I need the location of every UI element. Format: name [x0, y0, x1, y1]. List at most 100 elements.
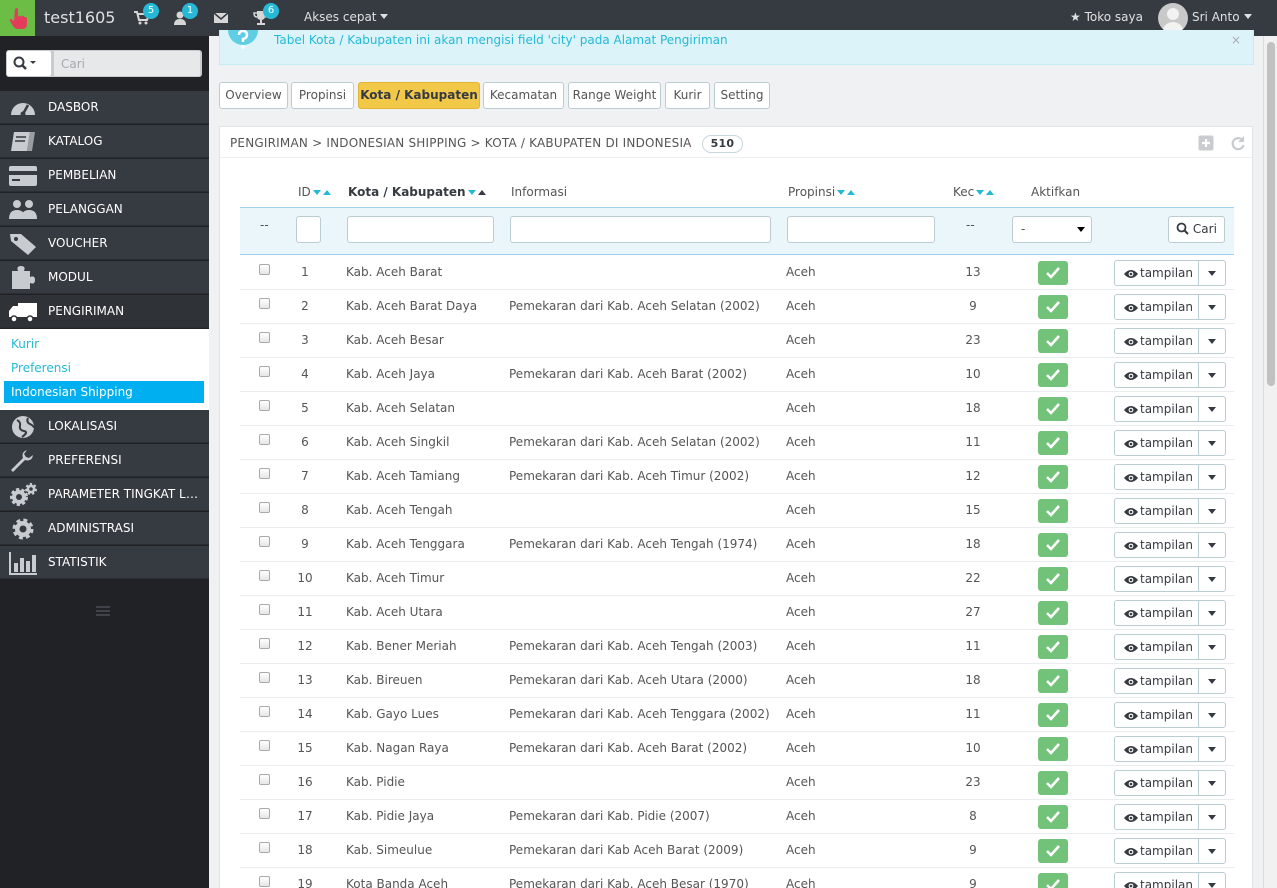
collapse-menu-icon[interactable] — [96, 606, 110, 616]
submenu-item-carriers[interactable]: Kurir — [4, 333, 204, 355]
active-toggle[interactable] — [1038, 261, 1068, 285]
row-checkbox[interactable] — [259, 808, 270, 819]
sidebar-item-advanced-parameters[interactable]: PARAMETER TINGKAT LANJUT — [0, 478, 209, 511]
sidebar-item-statistics[interactable]: STATISTIK — [0, 546, 209, 579]
view-button[interactable]: tampilan — [1114, 532, 1199, 558]
active-toggle[interactable] — [1038, 703, 1068, 727]
table-row[interactable]: 2 Kab. Aceh Barat Daya Pemekaran dari Kab.… — [240, 290, 1234, 324]
sidebar-item-modules[interactable]: MODUL — [0, 261, 209, 294]
table-row[interactable]: 5 Kab. Aceh Selatan Aceh 18 tampilan — [240, 392, 1234, 426]
page-scrollbar[interactable] — [1263, 36, 1277, 888]
active-toggle[interactable] — [1038, 805, 1068, 829]
table-row[interactable]: 1 Kab. Aceh Barat Aceh 13 tampilan — [240, 256, 1234, 290]
sort-desc-icon[interactable] — [976, 190, 985, 195]
view-button[interactable]: tampilan — [1114, 770, 1199, 796]
submenu-item-indonesian-shipping[interactable]: Indonesian Shipping — [4, 381, 204, 403]
sidebar-item-customers[interactable]: PELANGGAN — [0, 193, 209, 226]
view-button[interactable]: tampilan — [1114, 634, 1199, 660]
view-button[interactable]: tampilan — [1114, 260, 1199, 286]
active-toggle[interactable] — [1038, 601, 1068, 625]
active-toggle[interactable] — [1038, 669, 1068, 693]
row-actions-dropdown[interactable] — [1198, 294, 1226, 320]
view-button[interactable]: tampilan — [1114, 464, 1199, 490]
row-actions-dropdown[interactable] — [1198, 396, 1226, 422]
row-checkbox[interactable] — [259, 570, 270, 581]
row-actions-dropdown[interactable] — [1198, 532, 1226, 558]
view-button[interactable]: tampilan — [1114, 804, 1199, 830]
row-actions-dropdown[interactable] — [1198, 736, 1226, 762]
active-toggle[interactable] — [1038, 567, 1068, 591]
row-actions-dropdown[interactable] — [1198, 872, 1226, 888]
row-checkbox[interactable] — [259, 332, 270, 343]
filter-name-input[interactable] — [347, 216, 494, 243]
active-toggle[interactable] — [1038, 635, 1068, 659]
column-header-name[interactable]: Kota / Kabupaten — [348, 185, 486, 199]
row-actions-dropdown[interactable] — [1198, 566, 1226, 592]
active-toggle[interactable] — [1038, 737, 1068, 761]
row-actions-dropdown[interactable] — [1198, 804, 1226, 830]
sidebar-item-voucher[interactable]: VOUCHER — [0, 227, 209, 260]
table-row[interactable]: 4 Kab. Aceh Jaya Pemekaran dari Kab. Aceh … — [240, 358, 1234, 392]
view-button[interactable]: tampilan — [1114, 600, 1199, 626]
submenu-item-preferences[interactable]: Preferensi — [4, 357, 204, 379]
avatar[interactable] — [1158, 3, 1188, 33]
search-button[interactable]: Cari — [1168, 216, 1225, 243]
row-checkbox[interactable] — [259, 774, 270, 785]
tab-overview[interactable]: Overview — [219, 82, 288, 109]
active-toggle[interactable] — [1038, 363, 1068, 387]
sort-asc-icon[interactable] — [477, 190, 486, 195]
table-row[interactable]: 14 Kab. Gayo Lues Pemekaran dari Kab. Aceh… — [240, 698, 1234, 732]
row-actions-dropdown[interactable] — [1198, 634, 1226, 660]
sidebar-item-dashboard[interactable]: DASBOR — [0, 91, 209, 124]
table-row[interactable]: 12 Kab. Bener Meriah Pemekaran dari Kab. A… — [240, 630, 1234, 664]
sidebar-item-catalog[interactable]: KATALOG — [0, 125, 209, 158]
view-button[interactable]: tampilan — [1114, 872, 1199, 888]
row-checkbox[interactable] — [259, 672, 270, 683]
refresh-icon[interactable] — [1230, 135, 1246, 151]
tab-kota-kabupaten[interactable]: Kota / Kabupaten — [358, 82, 480, 109]
tab-setting[interactable]: Setting — [714, 82, 770, 109]
row-checkbox[interactable] — [259, 298, 270, 309]
table-row[interactable]: 9 Kab. Aceh Tenggara Pemekaran dari Kab. A… — [240, 528, 1234, 562]
row-actions-dropdown[interactable] — [1198, 702, 1226, 728]
active-toggle[interactable] — [1038, 431, 1068, 455]
table-row[interactable]: 19 Kota Banda Aceh Pemekaran dari Kab. Ace… — [240, 868, 1234, 888]
row-actions-dropdown[interactable] — [1198, 328, 1226, 354]
cart-notification[interactable]: 5 — [133, 3, 159, 26]
sort-desc-icon[interactable] — [467, 190, 476, 195]
row-actions-dropdown[interactable] — [1198, 838, 1226, 864]
filter-province-input[interactable] — [787, 216, 935, 243]
table-row[interactable]: 13 Kab. Bireuen Pemekaran dari Kab. Aceh U… — [240, 664, 1234, 698]
add-new-icon[interactable] — [1198, 135, 1214, 151]
quick-access-dropdown[interactable]: Akses cepat — [304, 10, 388, 24]
view-button[interactable]: tampilan — [1114, 430, 1199, 456]
sidebar-item-administration[interactable]: ADMINISTRASI — [0, 512, 209, 545]
table-row[interactable]: 7 Kab. Aceh Tamiang Pemekaran dari Kab. Ac… — [240, 460, 1234, 494]
table-row[interactable]: 17 Kab. Pidie Jaya Pemekaran dari Kab. Pid… — [240, 800, 1234, 834]
scrollbar-thumb[interactable] — [1267, 42, 1275, 386]
table-row[interactable]: 3 Kab. Aceh Besar Aceh 23 tampilan — [240, 324, 1234, 358]
active-toggle[interactable] — [1038, 839, 1068, 863]
view-button[interactable]: tampilan — [1114, 702, 1199, 728]
row-checkbox[interactable] — [259, 876, 270, 887]
active-toggle[interactable] — [1038, 465, 1068, 489]
view-button[interactable]: tampilan — [1114, 838, 1199, 864]
user-menu[interactable]: Sri Anto — [1192, 10, 1252, 24]
column-header-id[interactable]: ID — [298, 185, 331, 199]
row-actions-dropdown[interactable] — [1198, 464, 1226, 490]
table-row[interactable]: 6 Kab. Aceh Singkil Pemekaran dari Kab. Ac… — [240, 426, 1234, 460]
row-checkbox[interactable] — [259, 638, 270, 649]
my-shop-link[interactable]: ★ Toko saya — [1070, 10, 1143, 24]
view-button[interactable]: tampilan — [1114, 566, 1199, 592]
shop-name[interactable]: test1605 — [44, 8, 115, 27]
row-actions-dropdown[interactable] — [1198, 770, 1226, 796]
active-toggle[interactable] — [1038, 873, 1068, 888]
row-actions-dropdown[interactable] — [1198, 260, 1226, 286]
column-header-kec[interactable]: Kec — [953, 185, 995, 199]
row-checkbox[interactable] — [259, 468, 270, 479]
row-checkbox[interactable] — [259, 842, 270, 853]
row-checkbox[interactable] — [259, 400, 270, 411]
tab-range-weight[interactable]: Range Weight — [568, 82, 661, 109]
row-checkbox[interactable] — [259, 536, 270, 547]
sidebar-item-shipping[interactable]: PENGIRIMAN — [0, 295, 209, 328]
